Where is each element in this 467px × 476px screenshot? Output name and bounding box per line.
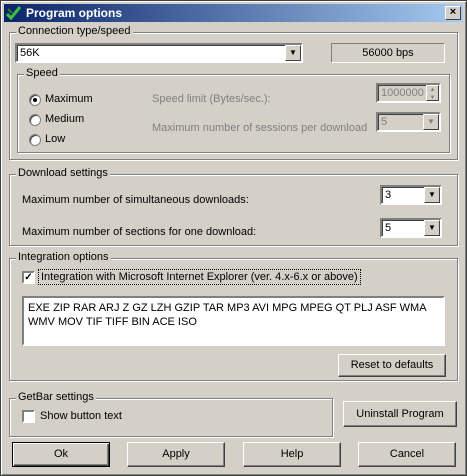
uninstall-button[interactable]: Uninstall Program [343, 401, 457, 427]
radio-medium-label[interactable]: Medium [45, 113, 84, 125]
sections-value: 5 [385, 222, 392, 234]
ok-label: Ok [53, 448, 69, 460]
integration-legend: Integration options [16, 251, 111, 263]
radio-maximum-label[interactable]: Maximum [45, 93, 93, 105]
connection-type-value: 56K [20, 47, 40, 59]
download-settings-legend: Download settings [16, 167, 110, 179]
show-button-text-checkbox[interactable] [22, 410, 35, 423]
speed-limit-label: Speed limit (Bytes/sec.): [152, 93, 271, 105]
reset-defaults-label: Reset to defaults [350, 359, 434, 371]
spin-updown-icon[interactable]: ▲ ▼ [426, 85, 439, 101]
simultaneous-downloads-select[interactable]: 3 ▼ [380, 185, 442, 205]
speed-display: 56000 bps [331, 43, 445, 63]
app-check-icon [6, 6, 22, 21]
ok-button[interactable]: Ok [12, 442, 110, 467]
apply-button[interactable]: Apply [127, 442, 225, 467]
sections-label: Maximum number of sections for one downl… [22, 226, 257, 238]
ie-integration-checkbox[interactable]: ✓ [22, 271, 35, 284]
chevron-down-icon[interactable]: ▼ [424, 187, 440, 203]
speed-limit-value: 1000000 [381, 87, 424, 99]
simultaneous-downloads-label: Maximum number of simultaneous downloads… [22, 194, 249, 206]
speed-legend: Speed [24, 67, 60, 79]
help-label: Help [280, 448, 304, 460]
radio-medium[interactable] [29, 114, 41, 126]
radio-low-label[interactable]: Low [45, 133, 65, 145]
reset-defaults-button[interactable]: Reset to defaults [338, 354, 446, 377]
max-sessions-select[interactable]: 5 ▼ [376, 112, 441, 132]
ie-integration-label[interactable]: Integration with Microsoft Internet Expl… [38, 269, 361, 285]
chevron-down-icon[interactable]: ▼ [423, 114, 439, 130]
apply-label: Apply [162, 448, 190, 460]
max-sessions-value: 5 [381, 116, 388, 128]
help-button[interactable]: Help [243, 442, 341, 467]
connection-type-select[interactable]: 56K ▼ [15, 43, 303, 63]
chevron-down-icon[interactable]: ▼ [424, 220, 440, 236]
uninstall-label: Uninstall Program [356, 408, 444, 420]
program-options-window: Program options × Connection type/speed … [0, 0, 467, 476]
sections-select[interactable]: 5 ▼ [380, 218, 442, 238]
getbar-legend: GetBar settings [16, 391, 96, 403]
window-title: Program options [26, 6, 123, 20]
show-button-text-label[interactable]: Show button text [40, 410, 122, 422]
radio-maximum[interactable] [29, 94, 41, 106]
speed-limit-spinner[interactable]: 1000000 ▲ ▼ [376, 83, 441, 103]
close-button[interactable]: × [445, 6, 461, 20]
simultaneous-downloads-value: 3 [385, 189, 392, 201]
radio-low[interactable] [29, 134, 41, 146]
cancel-button[interactable]: Cancel [358, 442, 456, 467]
connection-legend: Connection type/speed [16, 25, 133, 37]
max-sessions-label: Maximum number of sessions per download [152, 122, 368, 134]
chevron-down-icon[interactable]: ▼ [285, 45, 301, 61]
title-bar[interactable]: Program options × [4, 4, 463, 22]
cancel-label: Cancel [389, 448, 425, 460]
extensions-textarea[interactable]: EXE ZIP RAR ARJ Z GZ LZH GZIP TAR MP3 AV… [22, 296, 445, 346]
